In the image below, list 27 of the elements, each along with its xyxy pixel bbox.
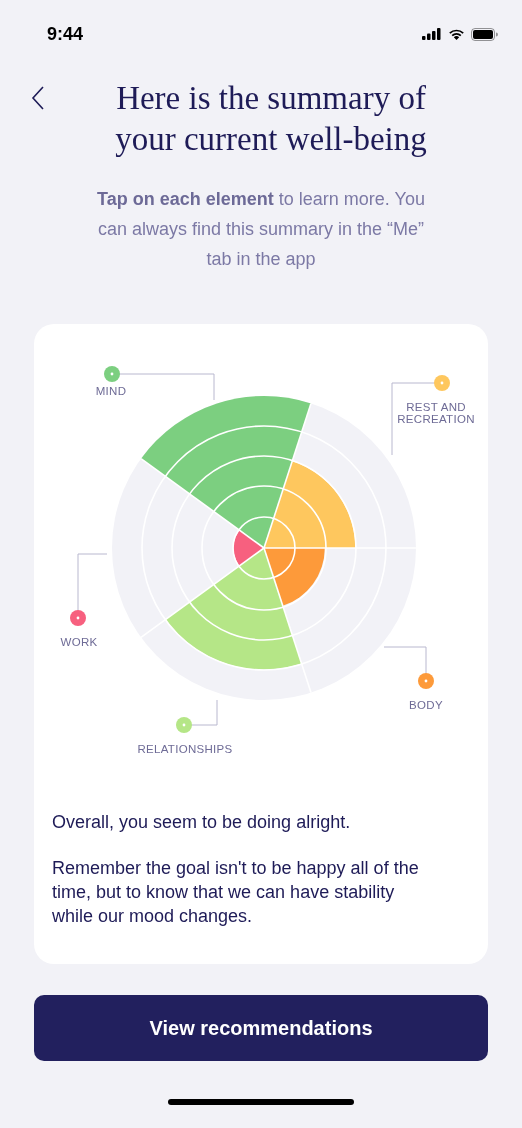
area-dot[interactable] [418,673,434,689]
area-dot[interactable] [434,375,450,391]
area-label[interactable]: RELATIONSHIPS [120,743,250,755]
status-time: 9:44 [47,23,84,45]
area-label[interactable]: MIND [81,385,141,397]
battery-icon [471,27,498,41]
area-label[interactable]: REST AND RECREATION [386,401,486,425]
area-dot[interactable] [104,366,120,382]
summary-text: Remember the goal isn't to be happy all of the time, but to know that we can have stability while our mood changes. [52,857,420,928]
area-label[interactable]: BODY [396,699,456,711]
page-title: Here is the summary of your current well-being [114,79,428,159]
chart-segment[interactable] [264,548,325,606]
view-recommendations-button[interactable]: View recommendations [34,995,488,1061]
area-dot[interactable] [176,717,192,733]
chart-segment[interactable] [165,548,302,670]
leader-line [190,699,218,726]
leader-line [77,553,108,612]
leader-line [383,646,427,675]
wifi-icon [448,28,465,40]
signal-icon [422,28,442,40]
intro-text: Tap on each element to learn more. You can always find this summary in the “Me” tab in the app [96,188,426,271]
summary-text: Overall, you seem to be doing alright. [52,811,352,834]
area-dot[interactable] [70,610,86,626]
chart-segment[interactable] [233,530,264,566]
area-label[interactable]: WORK [49,636,109,648]
chart-segment[interactable] [141,396,311,548]
chart-segment[interactable] [264,461,356,548]
